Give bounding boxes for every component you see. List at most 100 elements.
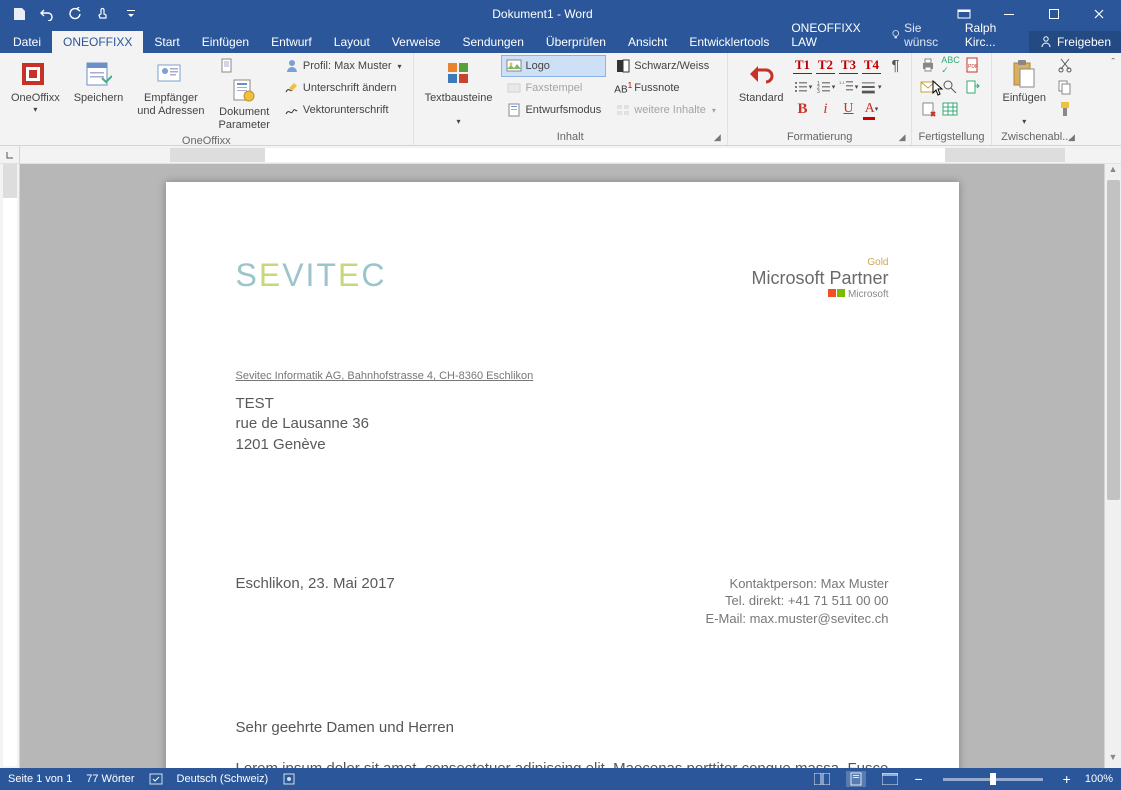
tab-entwurf[interactable]: Entwurf	[260, 31, 323, 53]
redo-icon[interactable]	[62, 3, 88, 25]
tell-me-search[interactable]: Sie wünsc	[884, 17, 955, 53]
heading-t1[interactable]: T1	[792, 55, 812, 75]
tab-ueberpruefen[interactable]: Überprüfen	[535, 31, 617, 53]
copy-icon[interactable]	[1055, 77, 1075, 97]
heading-t2[interactable]: T2	[815, 55, 835, 75]
tab-entwicklertools[interactable]: Entwicklertools	[678, 31, 780, 53]
einfuegen-button[interactable]: Einfügen▾	[998, 55, 1051, 129]
qat-customize-icon[interactable]	[118, 3, 144, 25]
heading-t4[interactable]: T4	[861, 55, 881, 75]
underline-icon[interactable]: U	[838, 99, 858, 119]
tab-verweise[interactable]: Verweise	[381, 31, 452, 53]
textbausteine-label: Textbausteine	[425, 92, 493, 105]
page[interactable]: SEVITEC Gold Microsoft Partner Microsoft…	[166, 182, 959, 768]
textbausteine-button[interactable]: Textbausteine▾	[420, 55, 498, 129]
macro-icon[interactable]	[282, 772, 296, 786]
zoom-out[interactable]: −	[914, 771, 922, 787]
speichern-button[interactable]: Speichern	[69, 55, 129, 108]
font-color-icon[interactable]: A▾	[861, 99, 881, 119]
close-button[interactable]	[1076, 0, 1121, 28]
numbered-list-icon[interactable]: 123▾	[815, 77, 835, 97]
vertical-ruler[interactable]	[0, 164, 20, 768]
contact-tel: Tel. direkt: +41 71 511 00 00	[706, 592, 889, 610]
unterschrift-label: Unterschrift ändern	[303, 82, 397, 94]
tab-oneoffixx-law[interactable]: ONEOFFIXX LAW	[780, 17, 883, 53]
multilevel-list-icon[interactable]: 1.1▾	[838, 77, 858, 97]
inhalt-launcher-icon[interactable]: ◢	[714, 132, 721, 143]
page-indicator[interactable]: Seite 1 von 1	[8, 773, 72, 785]
heading-t3[interactable]: T3	[838, 55, 858, 75]
parameters-icon	[228, 78, 260, 104]
language-indicator[interactable]: Deutsch (Schweiz)	[177, 773, 269, 785]
export-icon[interactable]	[962, 77, 982, 97]
status-bar: Seite 1 von 1 77 Wörter Deutsch (Schweiz…	[0, 768, 1121, 790]
letter-body[interactable]: Sehr geehrte Damen und Herren Lorem ipsu…	[236, 717, 889, 768]
collapse-ribbon-icon[interactable]: ˆ	[1111, 57, 1115, 69]
tab-ansicht[interactable]: Ansicht	[617, 31, 678, 53]
formatierung-launcher-icon[interactable]: ◢	[899, 132, 906, 143]
zoom-in[interactable]: +	[1063, 771, 1071, 787]
profil-button[interactable]: Profil: Max Muster▾	[279, 55, 407, 77]
read-mode-icon[interactable]	[812, 771, 832, 787]
search-icon[interactable]	[940, 77, 960, 97]
entwurfsmodus-button[interactable]: Entwurfsmodus	[501, 99, 606, 121]
word-count[interactable]: 77 Wörter	[86, 773, 134, 785]
print-icon[interactable]	[918, 55, 938, 75]
document-canvas[interactable]: SEVITEC Gold Microsoft Partner Microsoft…	[20, 164, 1104, 768]
proofing-icon[interactable]	[149, 772, 163, 786]
pdf-icon[interactable]: PDF	[962, 55, 982, 75]
vektorunterschrift-button[interactable]: Vektorunterschrift	[279, 99, 407, 121]
tab-sendungen[interactable]: Sendungen	[452, 31, 535, 53]
mail-icon[interactable]	[918, 77, 938, 97]
unterschrift-aendern-button[interactable]: Unterschrift ändern	[279, 77, 407, 99]
dokument-parameter-button[interactable]: Dokument Parameter	[214, 77, 275, 134]
tab-start[interactable]: Start	[143, 31, 190, 53]
save-icon[interactable]	[6, 3, 32, 25]
save-large-icon	[82, 58, 114, 90]
place-date[interactable]: Eschlikon, 23. Mai 2017	[236, 575, 395, 628]
line-width-icon[interactable]: ▾	[861, 77, 881, 97]
cut-icon[interactable]	[1055, 55, 1075, 75]
zoom-level[interactable]: 100%	[1085, 773, 1113, 785]
share-button[interactable]: Freigeben	[1029, 31, 1121, 53]
fussnote-button[interactable]: AB1 Fussnote	[610, 77, 721, 99]
print-layout-icon[interactable]	[846, 771, 866, 787]
recipient-city: 1201 Genève	[236, 435, 889, 455]
tell-me-label: Sie wünsc	[904, 21, 949, 49]
undo-icon[interactable]	[34, 3, 60, 25]
fussnote-label: Fussnote	[634, 82, 679, 94]
recipient-address[interactable]: TEST rue de Lausanne 36 1201 Genève	[236, 394, 889, 455]
maximize-button[interactable]	[1031, 0, 1076, 28]
schwarzweiss-button[interactable]: Schwarz/Weiss	[610, 55, 721, 77]
faxstempel-label: Faxstempel	[525, 82, 582, 94]
table-icon[interactable]	[940, 99, 960, 119]
spellcheck-icon[interactable]: ABC✓	[940, 55, 960, 75]
zoom-thumb[interactable]	[990, 773, 996, 785]
zoom-slider[interactable]	[943, 778, 1043, 781]
bold-icon[interactable]: B	[792, 99, 812, 119]
clipboard-launcher-icon[interactable]: ◢	[1068, 132, 1075, 143]
tab-einfuegen[interactable]: Einfügen	[191, 31, 260, 53]
standard-button[interactable]: Standard	[734, 55, 789, 108]
user-name[interactable]: Ralph Kirc...	[955, 17, 1029, 53]
horizontal-ruler[interactable]	[0, 146, 1121, 164]
open-doc-icon-btn[interactable]	[214, 55, 275, 77]
format-painter-icon[interactable]	[1055, 99, 1075, 119]
empfaenger-button[interactable]: Empfänger und Adressen	[132, 55, 209, 120]
tab-file[interactable]: Datei	[2, 31, 52, 53]
scrollbar-thumb[interactable]	[1107, 180, 1120, 500]
delete-icon[interactable]	[918, 99, 938, 119]
tab-oneoffixx[interactable]: ONEOFFIXX	[52, 31, 143, 53]
sender-line[interactable]: Sevitec Informatik AG, Bahnhofstrasse 4,…	[236, 370, 889, 382]
logo-button[interactable]: Logo	[501, 55, 606, 77]
bullet-list-icon[interactable]: ▾	[792, 77, 812, 97]
vertical-scrollbar[interactable]: ▲ ▼	[1104, 164, 1121, 768]
touch-mode-icon[interactable]	[90, 3, 116, 25]
pilcrow-icon[interactable]: ¶	[885, 55, 905, 75]
oneoffixx-button[interactable]: OneOffixx▾	[6, 55, 65, 117]
contact-block[interactable]: Kontaktperson: Max Muster Tel. direkt: +…	[706, 575, 889, 628]
italic-icon[interactable]: i	[815, 99, 835, 119]
web-layout-icon[interactable]	[880, 771, 900, 787]
share-label: Freigeben	[1057, 35, 1111, 49]
tab-layout[interactable]: Layout	[323, 31, 381, 53]
